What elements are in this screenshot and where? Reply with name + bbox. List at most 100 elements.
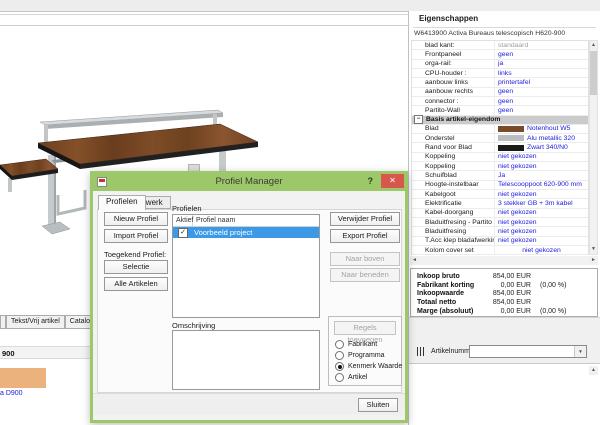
tab-tekst-vrij-artikel[interactable]: Tekst/Vrij artikel: [6, 315, 65, 329]
radio-icon[interactable]: [335, 362, 344, 371]
naar-boven-button[interactable]: Naar boven: [330, 252, 400, 266]
toegekend-profiel-label: Toegekend Profiel:: [104, 250, 166, 259]
property-row[interactable]: Bladuitfresingniet gekozen: [412, 227, 588, 236]
collapse-icon[interactable]: −: [414, 115, 423, 124]
property-row[interactable]: Rand voor BladZwart 340/N0: [412, 143, 588, 152]
property-value[interactable]: niet gekozen: [494, 227, 588, 235]
article-link[interactable]: a D900: [0, 390, 23, 397]
tab-profielen[interactable]: Profielen: [98, 195, 146, 210]
help-icon[interactable]: ?: [368, 176, 374, 186]
property-label: Kabel-doorgang: [412, 209, 494, 216]
dropdown-icon[interactable]: ▼: [574, 346, 586, 357]
profile-row[interactable]: ✓ Voorbeeld project: [173, 227, 319, 238]
scroll-up-icon[interactable]: ▲: [589, 366, 598, 375]
property-row[interactable]: Kolom cover setniet gekozen: [412, 246, 588, 255]
pricing-row: Inkoop bruto854,00 EUR: [417, 272, 597, 281]
property-value[interactable]: niet gekozen: [494, 209, 588, 217]
property-row[interactable]: BladNotenhout W5: [412, 125, 588, 134]
property-row[interactable]: Elektrificatie3 stekker GB + 3m kabel: [412, 199, 588, 208]
property-row[interactable]: CPU-houder :links: [412, 69, 588, 78]
radio-icon[interactable]: [335, 340, 344, 349]
property-section-header[interactable]: −Basis artikel-eigendom: [412, 116, 588, 125]
description-textarea[interactable]: [172, 330, 320, 390]
vertical-scrollbar[interactable]: ▲ ▼: [589, 40, 598, 255]
property-value[interactable]: 3 stekker GB + 3m kabel: [494, 199, 588, 207]
property-value[interactable]: niet gekozen: [494, 190, 588, 198]
property-row[interactable]: orga-rail:ja: [412, 60, 588, 69]
property-value[interactable]: Notenhout W5: [494, 125, 588, 133]
artikelnummer-combobox[interactable]: ▼: [469, 345, 587, 358]
checkbox-checked-icon[interactable]: ✓: [178, 228, 188, 238]
property-value[interactable]: geen: [494, 88, 588, 96]
property-value[interactable]: niet gekozen: [494, 246, 588, 254]
property-label: Frontpaneel: [412, 51, 494, 58]
radio-label: Programma: [344, 352, 385, 359]
property-label: Hoogte-instelbaar: [412, 181, 494, 188]
properties-panel: Eigenschappen W6413900 Activa Bureaus te…: [408, 11, 600, 425]
property-value[interactable]: Zwart 340/N0: [494, 143, 588, 151]
verwijder-profiel-button[interactable]: Verwijder Profiel: [330, 212, 400, 226]
radio-icon[interactable]: [335, 373, 344, 382]
profile-list[interactable]: Aktief Profiel naam ✓ Voorbeeld project: [172, 214, 320, 318]
property-value[interactable]: niet gekozen: [494, 153, 588, 161]
property-row[interactable]: SchuifbladJa: [412, 171, 588, 180]
property-row[interactable]: OnderstelAlu metallic 320: [412, 134, 588, 143]
property-row[interactable]: aanbouw linksprintertafel: [412, 78, 588, 87]
property-value[interactable]: Alu metallic 320: [494, 134, 588, 142]
property-value[interactable]: geen: [494, 106, 588, 114]
export-profiel-button[interactable]: Export Profiel: [330, 229, 400, 243]
scroll-up-icon[interactable]: ▲: [590, 41, 597, 50]
property-row[interactable]: connector :geen: [412, 97, 588, 106]
radio-icon[interactable]: [335, 351, 344, 360]
pricing-row: Marge (absoluut)0,00 EUR(0,00 %): [417, 307, 597, 316]
scroll-left-icon[interactable]: ◄: [410, 256, 419, 265]
profile-name: Voorbeeld project: [188, 228, 252, 237]
radio-option[interactable]: Programma: [335, 350, 401, 361]
property-row[interactable]: blad kant:standaard: [412, 41, 588, 50]
sluiten-button[interactable]: Sluiten: [358, 398, 398, 412]
property-row[interactable]: Hoogte-instelbaarTelescooppoot 620-900 m…: [412, 181, 588, 190]
property-row[interactable]: aanbouw rechtsgeen: [412, 88, 588, 97]
artikelnummer-input[interactable]: [470, 346, 578, 357]
property-row[interactable]: Koppelingniet gekozen: [412, 162, 588, 171]
property-row[interactable]: Koppelingniet gekozen: [412, 153, 588, 162]
radio-option[interactable]: Artikel: [335, 372, 401, 383]
property-value[interactable]: niet gekozen: [494, 218, 588, 226]
dialog-titlebar[interactable]: Profiel Manager ? ✕: [93, 174, 405, 191]
radio-option[interactable]: Kenmerk Waarde: [335, 361, 401, 372]
close-icon[interactable]: ✕: [381, 174, 404, 188]
property-value[interactable]: printertafel: [494, 78, 588, 86]
scrollbar-thumb[interactable]: [590, 51, 597, 95]
property-row[interactable]: T.Acc klep bladafwerkingniet gekozen: [412, 237, 588, 246]
property-value[interactable]: Telescooppoot 620-900 mm: [494, 181, 588, 189]
alle-artikelen-button[interactable]: Alle Artikelen: [104, 277, 168, 291]
regels-toevoegen-button[interactable]: Regels toevoegen: [334, 321, 396, 335]
property-value[interactable]: geen: [494, 50, 588, 58]
property-row[interactable]: Frontpaneelgeen: [412, 50, 588, 59]
list-col-actief: Aktief: [173, 215, 193, 226]
profiel-manager-dialog: Profiel Manager ? ✕ Profielen Bewerk Nie…: [90, 171, 408, 423]
property-value[interactable]: links: [494, 69, 588, 77]
radio-option[interactable]: Fabrikant: [335, 339, 401, 350]
property-value[interactable]: standaard: [494, 41, 588, 49]
property-label: Bladuitfresing - Partito: [412, 219, 494, 226]
property-row[interactable]: Partito-Wallgeen: [412, 106, 588, 115]
selectie-button[interactable]: Selectie: [104, 260, 168, 274]
property-value[interactable]: niet gekozen: [494, 162, 588, 170]
property-value[interactable]: niet gekozen: [494, 237, 588, 245]
property-value[interactable]: ja: [494, 60, 588, 68]
naar-beneden-button[interactable]: Naar beneden: [330, 268, 400, 282]
scroll-down-icon[interactable]: ▼: [590, 245, 597, 254]
property-value[interactable]: Ja: [494, 171, 588, 179]
property-row[interactable]: Kabelgootniet gekozen: [412, 190, 588, 199]
scroll-right-icon[interactable]: ►: [589, 256, 598, 265]
property-label: Koppeling: [412, 153, 494, 160]
horizontal-scrollbar[interactable]: ◄ ►: [410, 256, 598, 265]
property-label: Koppeling: [412, 163, 494, 170]
property-label: Partito-Wall: [412, 107, 494, 114]
property-value[interactable]: geen: [494, 97, 588, 105]
property-row[interactable]: Bladuitfresing - Partitoniet gekozen: [412, 218, 588, 227]
nieuw-profiel-button[interactable]: Nieuw Profiel: [104, 212, 168, 226]
property-row[interactable]: Kabel-doorgangniet gekozen: [412, 209, 588, 218]
import-profiel-button[interactable]: Import Profiel: [104, 229, 168, 243]
